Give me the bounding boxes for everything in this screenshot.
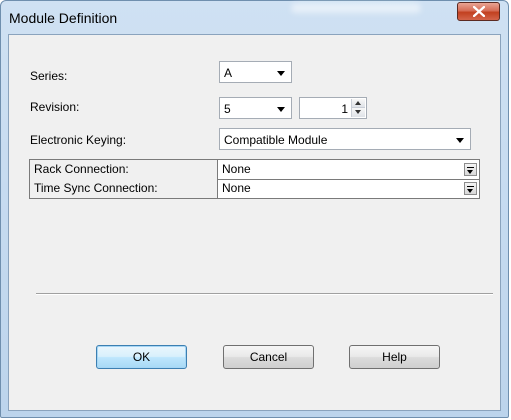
dropdown-arrow-icon	[467, 189, 473, 193]
dropdown-bar-icon	[467, 186, 474, 187]
grid-cell-name: Rack Connection:	[30, 160, 218, 179]
spin-down-button[interactable]	[352, 108, 365, 117]
grid-row-rack-connection: Rack Connection: None	[30, 160, 479, 180]
title-bar-glow	[291, 3, 421, 13]
ok-button[interactable]: OK	[96, 345, 187, 369]
dropdown-bar-icon	[467, 167, 474, 168]
separator-line	[36, 293, 493, 295]
grid-cell-value[interactable]: None	[222, 162, 251, 176]
help-button[interactable]: Help	[349, 345, 440, 369]
revision-major-dropdown[interactable]: 5	[219, 97, 292, 119]
revision-label: Revision:	[30, 100, 80, 114]
time-sync-connection-dropdown-button[interactable]	[464, 182, 477, 195]
electronic-keying-value: Compatible Module	[224, 133, 328, 147]
spin-up-icon	[355, 101, 361, 105]
cancel-button[interactable]: Cancel	[223, 345, 314, 369]
dialog-client-area: Series: A Revision: 5 1 Electronic Keyin…	[8, 34, 501, 411]
revision-minor-value: 1	[341, 102, 348, 116]
close-button[interactable]	[457, 2, 500, 21]
close-icon	[473, 6, 485, 17]
connection-grid: Rack Connection: None Time Sync Connecti…	[29, 159, 480, 199]
title-bar[interactable]: Module Definition	[1, 1, 508, 35]
spinner-buttons	[351, 99, 365, 117]
series-label: Series:	[30, 69, 68, 83]
revision-minor-spinner[interactable]: 1	[299, 97, 367, 119]
series-dropdown[interactable]: A	[219, 61, 292, 83]
window-title: Module Definition	[9, 10, 118, 26]
electronic-keying-label: Electronic Keying:	[30, 133, 127, 147]
grid-row-time-sync-connection: Time Sync Connection: None	[30, 179, 479, 198]
dialog-window: Module Definition Series: A Revision: 5 …	[0, 0, 509, 418]
electronic-keying-dropdown[interactable]: Compatible Module	[219, 128, 471, 150]
dropdown-arrow-icon	[467, 170, 473, 174]
spin-down-icon	[355, 110, 361, 114]
series-value: A	[224, 66, 233, 80]
grid-cell-value[interactable]: None	[222, 181, 251, 195]
rack-connection-dropdown-button[interactable]	[464, 163, 477, 176]
dropdown-arrow-icon	[277, 71, 285, 76]
dropdown-arrow-icon	[277, 107, 285, 112]
grid-cell-name: Time Sync Connection:	[30, 179, 218, 198]
dropdown-arrow-icon	[456, 138, 464, 143]
revision-major-value: 5	[224, 102, 231, 116]
spin-up-button[interactable]	[352, 99, 365, 108]
